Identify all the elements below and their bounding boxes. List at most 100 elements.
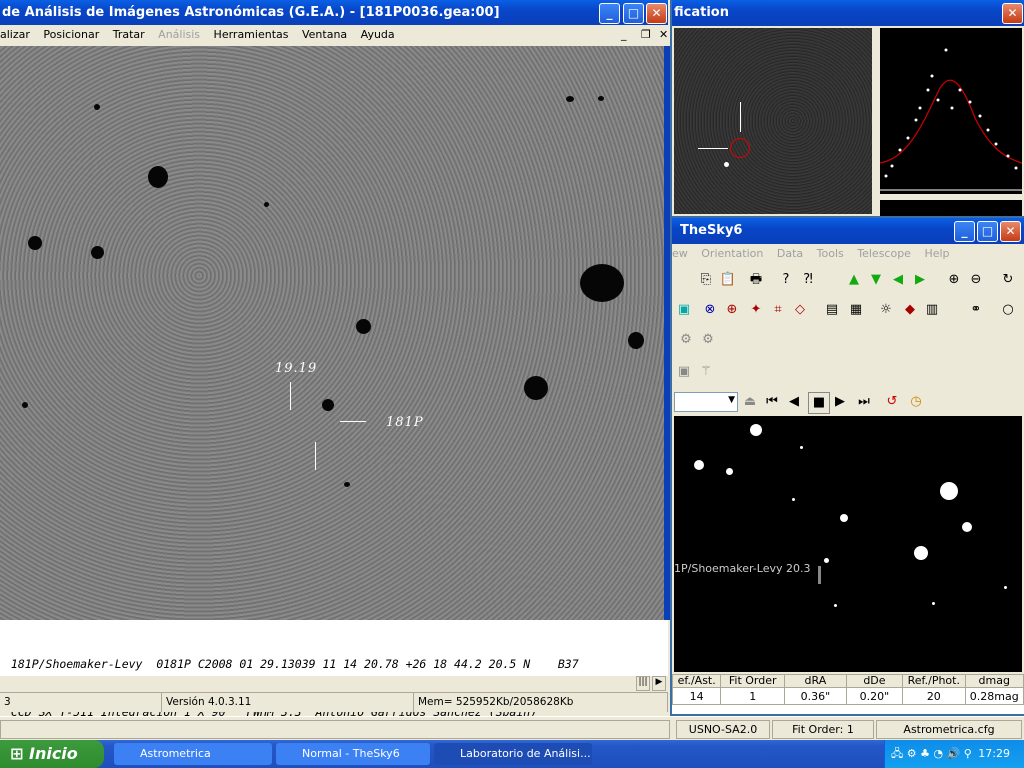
verification-image[interactable] — [674, 28, 872, 214]
close-button[interactable]: ✕ — [646, 3, 667, 24]
menu-data[interactable]: Data — [777, 247, 803, 260]
undo-icon[interactable]: ↺ — [882, 392, 902, 412]
field-icon[interactable]: ▤ — [822, 300, 842, 320]
menu-herramientas[interactable]: Herramientas — [214, 28, 289, 41]
wand-icon[interactable]: ⚚ — [696, 362, 716, 382]
scroll-thumb[interactable]: ||| — [636, 676, 650, 691]
menu-tratar[interactable]: Tratar — [113, 28, 145, 41]
database-icon[interactable]: ▥ — [922, 300, 942, 320]
verification-close-button[interactable]: ✕ — [1002, 3, 1023, 24]
chart-icon[interactable]: ▦ — [846, 300, 866, 320]
horizontal-scrollbar[interactable]: ||| ▶ — [0, 676, 668, 692]
menu-help[interactable]: Help — [924, 247, 949, 260]
sky-maximize-button[interactable]: □ — [977, 221, 998, 242]
task-astrometrica[interactable]: Astrometrica — [114, 743, 272, 765]
menu-view[interactable]: ew — [672, 247, 688, 260]
verification-title-bar[interactable]: fication — [672, 0, 1024, 26]
context-help-icon[interactable]: ⁈ — [798, 270, 818, 290]
menu-analisis[interactable]: Análisis — [158, 28, 200, 41]
paste-icon[interactable]: 📋 — [718, 270, 738, 290]
maximize-button[interactable]: □ — [623, 3, 644, 24]
arrow-right-icon[interactable]: ▶ — [910, 270, 930, 290]
task-thesky6[interactable]: Normal - TheSky6 — [276, 743, 430, 765]
shape-icon[interactable]: ◇ — [790, 300, 810, 320]
refresh-icon[interactable]: ↻ — [998, 270, 1018, 290]
star — [792, 498, 795, 501]
col-ref-phot: Ref./Phot. — [902, 674, 966, 688]
fast-forward-icon[interactable]: ⏭ — [854, 392, 874, 412]
print-icon[interactable]: 🖶 — [746, 270, 766, 290]
memory-label: Mem= 525952Kb/2058628Kb — [414, 693, 668, 712]
marker-tick — [315, 442, 316, 470]
step-forward-icon[interactable]: ▶ — [830, 392, 850, 412]
zoom-out-icon[interactable]: ⊖ — [966, 270, 986, 290]
globe-icon[interactable]: ⊕ — [722, 300, 742, 320]
sky-minimize-button[interactable]: _ — [954, 221, 975, 242]
car-icon[interactable]: ◆ — [900, 300, 920, 320]
binoculars-icon[interactable]: ⚭ — [966, 300, 986, 320]
clock[interactable]: 17:29 — [978, 740, 1010, 768]
star — [962, 522, 972, 532]
crosshair — [740, 102, 741, 132]
child-restore-icon[interactable]: ❐ — [641, 25, 651, 45]
menu-tools[interactable]: Tools — [817, 247, 844, 260]
astrometrica-status-bar: USNO-SA2.0 Fit Order: 1 Astrometrica.cfg — [0, 716, 1024, 740]
status-cell: 3 — [0, 693, 162, 712]
arrow-up-icon[interactable]: ▲ — [844, 270, 864, 290]
menu-analizar[interactable]: alizar — [0, 28, 30, 41]
task-laboratorio[interactable]: Laboratorio de Análisi... — [434, 743, 592, 765]
menu-ventana[interactable]: Ventana — [302, 28, 347, 41]
stop-icon[interactable]: ■ — [808, 392, 830, 414]
comet-marker — [818, 566, 821, 584]
cell-dde: 0.20" — [845, 687, 904, 705]
task-label: Normal - TheSky6 — [302, 747, 400, 760]
layer-icon[interactable]: ▣ — [674, 300, 694, 320]
help-icon[interactable]: ? — [776, 270, 796, 290]
telescope-icon[interactable]: ⚙ — [676, 330, 696, 350]
constellation-icon[interactable]: ✦ — [746, 300, 766, 320]
cell-ref-ast: 14 — [671, 687, 722, 705]
menu-orientation[interactable]: Orientation — [701, 247, 763, 260]
scroll-right-arrow-icon[interactable]: ▶ — [652, 676, 666, 691]
star — [322, 399, 334, 411]
star — [628, 332, 644, 349]
col-ref-ast: ef./Ast. — [671, 674, 722, 688]
config-label: Astrometrica.cfg — [876, 720, 1022, 739]
star — [598, 96, 604, 101]
rewind-icon[interactable]: ⏮ — [762, 392, 782, 412]
marker-tick — [340, 421, 366, 422]
sun-icon[interactable]: ☼ — [876, 300, 896, 320]
star — [28, 236, 42, 250]
time-step-select[interactable]: ▼ — [674, 392, 738, 412]
tray-icons[interactable]: 🖧 ⚙ ♣ ◔ 🔊 ⚲ — [885, 747, 972, 760]
table-row[interactable]: 14 1 0.36" 0.20" 20 0.28mag — [671, 687, 1024, 705]
start-button[interactable]: ⊞ Inicio — [0, 740, 104, 768]
astro-image[interactable]: 19.19 181P — [0, 46, 664, 620]
copy-icon[interactable]: ⎘ — [696, 270, 716, 290]
circle-option-icon[interactable]: ○ — [998, 300, 1018, 320]
step-back-icon[interactable]: ◀ — [784, 392, 804, 412]
gea-title-bar[interactable]: de Análisis de Imágenes Astronómicas (G.… — [0, 0, 668, 26]
image-icon[interactable]: ▣ — [674, 362, 694, 382]
catalog-label: USNO-SA2.0 — [676, 720, 770, 739]
telescope-link-icon[interactable]: ⚙ — [698, 330, 718, 350]
minimize-button[interactable]: _ — [599, 3, 620, 24]
menu-telescope[interactable]: Telescope — [857, 247, 911, 260]
menu-ayuda[interactable]: Ayuda — [361, 28, 395, 41]
child-close-icon[interactable]: ✕ — [659, 25, 668, 45]
sky-chart-view[interactable] — [674, 416, 1022, 672]
eject-icon[interactable]: ⏏ — [740, 392, 760, 412]
arrow-left-icon[interactable]: ◀ — [888, 270, 908, 290]
zoom-in-icon[interactable]: ⊕ — [944, 270, 964, 290]
grid-icon[interactable]: ⊗ — [700, 300, 720, 320]
child-minimize-icon[interactable]: _ — [621, 25, 627, 45]
arrow-down-icon[interactable]: ▼ — [866, 270, 886, 290]
crop-icon[interactable]: ⌗ — [768, 300, 788, 320]
star — [524, 376, 548, 400]
cell-ref-phot: 20 — [902, 687, 966, 705]
info-line-1: 181P/Shoemaker-Levy 0181P C2008 01 29.13… — [4, 657, 579, 671]
star — [726, 468, 733, 475]
clock-icon[interactable]: ◷ — [906, 392, 926, 412]
menu-posicionar[interactable]: Posicionar — [43, 28, 99, 41]
sky-close-button[interactable]: ✕ — [1000, 221, 1021, 242]
